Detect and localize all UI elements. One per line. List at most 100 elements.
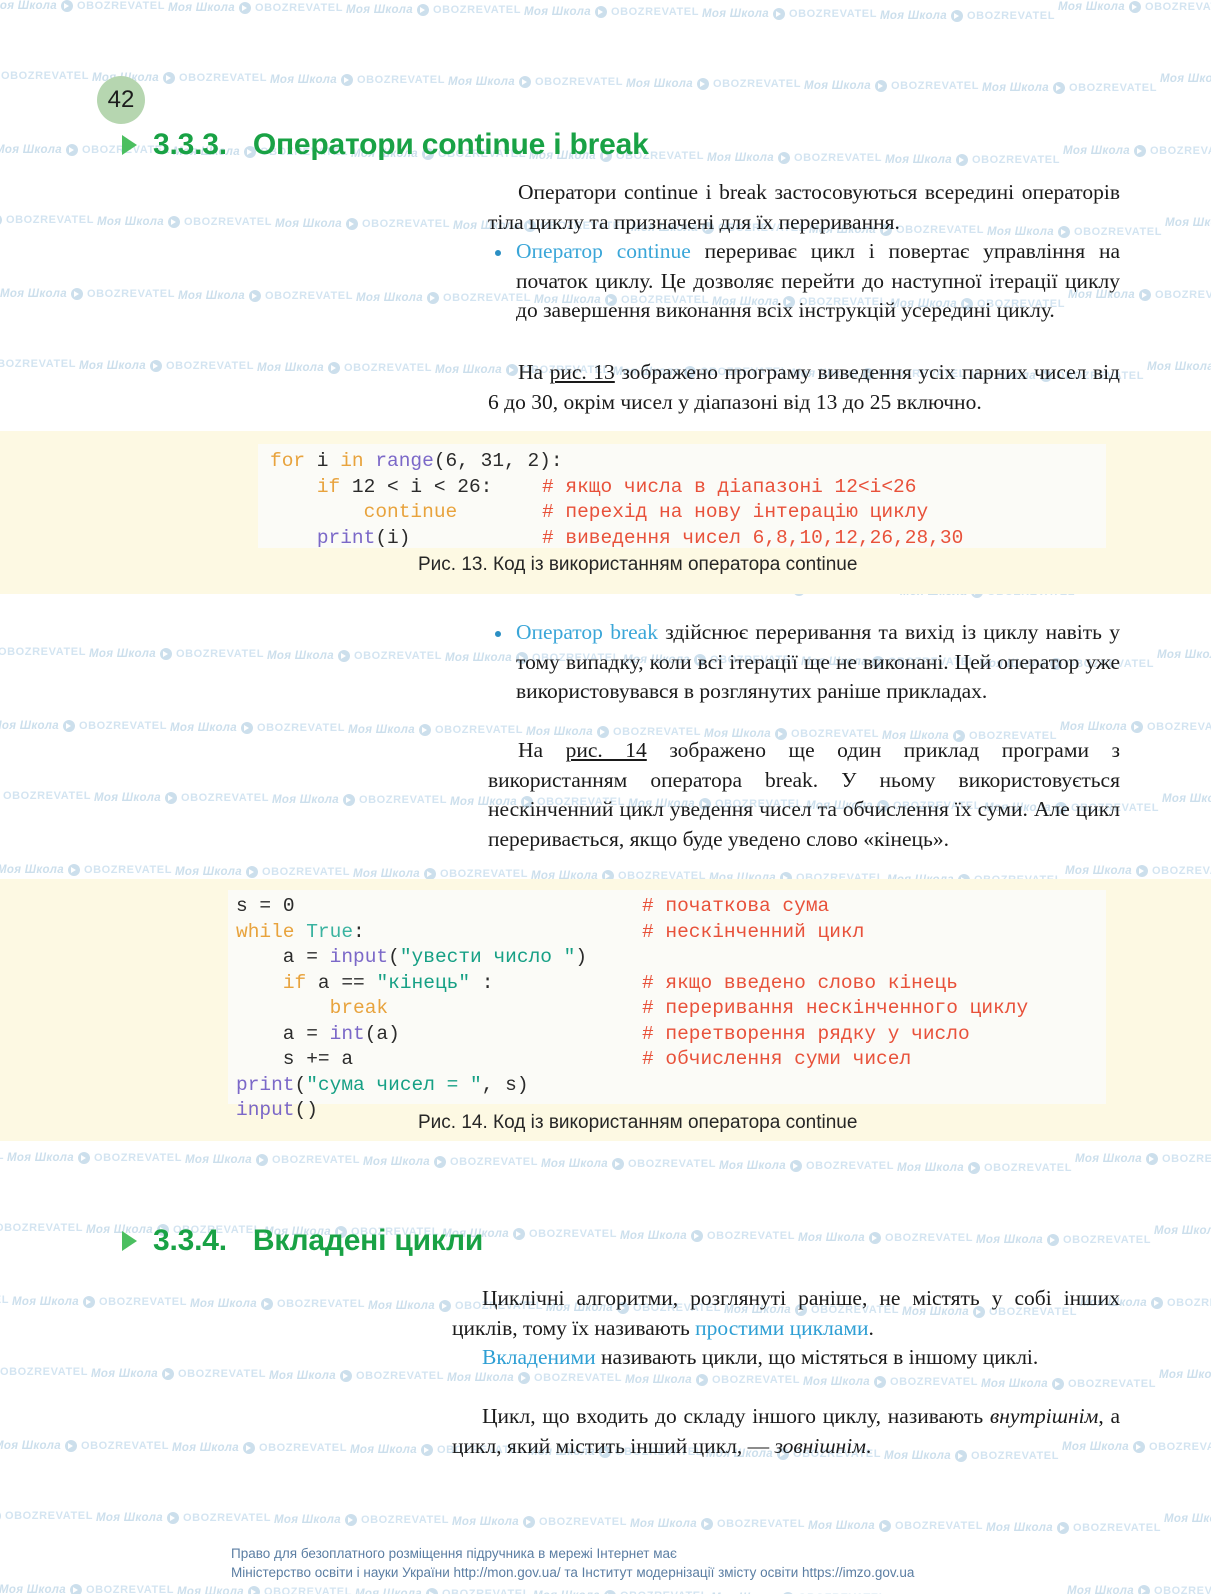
code-comment: # виведення чисел 6,8,10,12,26,28,30 — [542, 526, 964, 549]
term-operator-continue: Оператор continue — [516, 239, 691, 263]
code-token: 12 < i < 26: — [340, 475, 493, 498]
code-comment: # переривання нескінченного циклу — [642, 997, 1029, 1019]
term-outer: зовнішнім — [774, 1433, 866, 1458]
code-line: a = int(a) # перетворення рядку у число — [236, 1022, 970, 1048]
code-token: (6, 31, 2): — [433, 450, 563, 472]
code-token: break — [329, 997, 389, 1019]
bullet-list-break: Оператор break здійснює переривання та в… — [488, 618, 1120, 707]
code-line: print(i) # виведення чисел 6,8,10,12,26,2… — [270, 526, 963, 552]
code-token: in — [340, 450, 364, 472]
code-token: ) — [575, 946, 588, 968]
footer-line-1: Право для безоплатного розміщення підруч… — [231, 1546, 677, 1561]
section-title: Вкладені цикли — [252, 1224, 484, 1257]
term-nested: Вкладеними — [482, 1345, 596, 1369]
code-token: ( — [294, 1073, 307, 1096]
code-block-14: s = 0 # початкова сума while True: # нескін… — [236, 894, 1029, 1124]
nested-p3-c: . — [865, 1433, 872, 1458]
textbook-page: 42 3.3.3. Оператори continue і break Опе… — [0, 0, 1211, 1594]
code-line: if a == "кінець" : # якщо введено слово к… — [236, 971, 958, 997]
code-token: (a) — [364, 1022, 400, 1045]
code-token: ( — [388, 946, 400, 968]
para-fig14-lead: На — [518, 738, 566, 762]
code-line: s += a # обчислення суми чисел — [236, 1047, 911, 1073]
code-token: a == — [306, 971, 377, 994]
code-line: continue # перехід на нову інтерацію цикл… — [270, 500, 929, 526]
para-fig13-lead: На — [518, 360, 550, 384]
code-token: 0 — [282, 895, 295, 917]
code-token: , s) — [481, 1073, 529, 1096]
code-token: continue — [363, 501, 458, 523]
bullet-list-continue: Оператор continue перериває цикл і повер… — [488, 237, 1120, 326]
code-token: int — [329, 1022, 365, 1045]
code-token: a = — [236, 946, 330, 968]
term-operator-break: Оператор break — [516, 620, 658, 644]
code-line: break # переривання нескінченного циклу — [236, 996, 1029, 1022]
triangle-bullet-icon — [122, 1231, 137, 1251]
triangle-bullet-icon — [122, 135, 137, 155]
code-token: range — [375, 450, 434, 472]
nested-paragraph-1: Циклічні алгоритми, розглянуті раніше, н… — [452, 1284, 1120, 1343]
list-item-break: Оператор break здійснює переривання та в… — [488, 618, 1120, 707]
code-line: for i in range(6, 31, 2): — [270, 449, 563, 475]
code-token: a = — [236, 1022, 330, 1045]
code-token: "кінець" — [376, 971, 471, 994]
code-line: a = input("увести число ") — [236, 945, 587, 971]
code-comment: # перетворення рядку у число — [642, 1022, 970, 1045]
section-heading-333: 3.3.3. Оператори continue і break — [122, 128, 649, 162]
section-heading-334: 3.3.4. Вкладені цикли — [122, 1224, 483, 1258]
code-comment: # обчислення суми чисел — [642, 1048, 912, 1070]
code-block-13: for i in range(6, 31, 2): if 12 < i < 26… — [270, 449, 963, 552]
code-token: True — [306, 920, 354, 943]
code-line: while True: # нескінченний цикл — [236, 920, 864, 946]
nested-paragraph-3: Цикл, що входить до складу іншого циклу,… — [452, 1402, 1120, 1461]
list-item-continue: Оператор continue перериває цикл і повер… — [488, 237, 1120, 326]
code-comment: # якщо введено слово кінець — [642, 971, 958, 994]
code-token: if — [316, 475, 341, 498]
paragraph-fig13: На рис. 13 зображено програму виведення … — [488, 358, 1120, 417]
section-title: Оператори continue і break — [252, 128, 649, 161]
section-number: 3.3.4. — [153, 1224, 227, 1257]
code-token: : — [470, 971, 494, 994]
paragraph-fig14: На рис. 14 зображено ще один приклад про… — [488, 736, 1120, 854]
code-line: s = 0 # початкова сума — [236, 894, 829, 920]
code-token: : — [353, 920, 365, 943]
code-comment: # перехід на нову інтерацію циклу — [542, 501, 929, 523]
figure-reference-14[interactable]: рис. 14 — [566, 738, 647, 762]
code-comment: # початкова сума — [642, 895, 830, 917]
term-inner: внутрішнім — [989, 1404, 1099, 1428]
code-token: () — [294, 1099, 318, 1121]
nested-p3-a: Цикл, що входить до складу іншого циклу,… — [482, 1404, 990, 1428]
code-line: if 12 < i < 26: # якщо числа в діапазоні … — [270, 475, 917, 501]
nested-p1-b: . — [868, 1315, 874, 1340]
code-token: (i) — [375, 526, 411, 549]
code-token: i — [305, 450, 341, 472]
code-token: if — [282, 971, 307, 994]
code-token: s = — [236, 895, 283, 917]
code-token: print — [236, 1073, 295, 1096]
figure-reference-13[interactable]: рис. 13 — [550, 360, 615, 384]
code-line: print("сума чисел = ", s) — [236, 1073, 587, 1099]
code-comment: # якщо числа в діапазоні 12<i<26 — [542, 475, 917, 498]
page-number-badge: 42 — [97, 76, 145, 124]
section-number: 3.3.3. — [153, 128, 227, 161]
code-token: input — [329, 946, 389, 968]
code-token: s += a — [236, 1048, 354, 1070]
figure-caption-14: Рис. 14. Код із використанням оператора … — [418, 1112, 858, 1133]
code-token: for — [270, 450, 306, 472]
code-token: input — [236, 1099, 295, 1121]
code-token: "сума чисел = " — [306, 1073, 482, 1096]
code-token: while — [236, 920, 295, 943]
intro-paragraph: Оператори continue і break застосовуютьс… — [488, 180, 1120, 234]
nested-p2-rest: називають цикли, що містяться в іншому ц… — [595, 1345, 1039, 1369]
code-token: print — [316, 526, 376, 549]
nested-paragraph-2: Вкладеними називають цикли, що містяться… — [452, 1343, 1120, 1373]
code-token: "увести число " — [399, 946, 576, 968]
footer-notice: Право для безоплатного розміщення підруч… — [231, 1544, 914, 1582]
